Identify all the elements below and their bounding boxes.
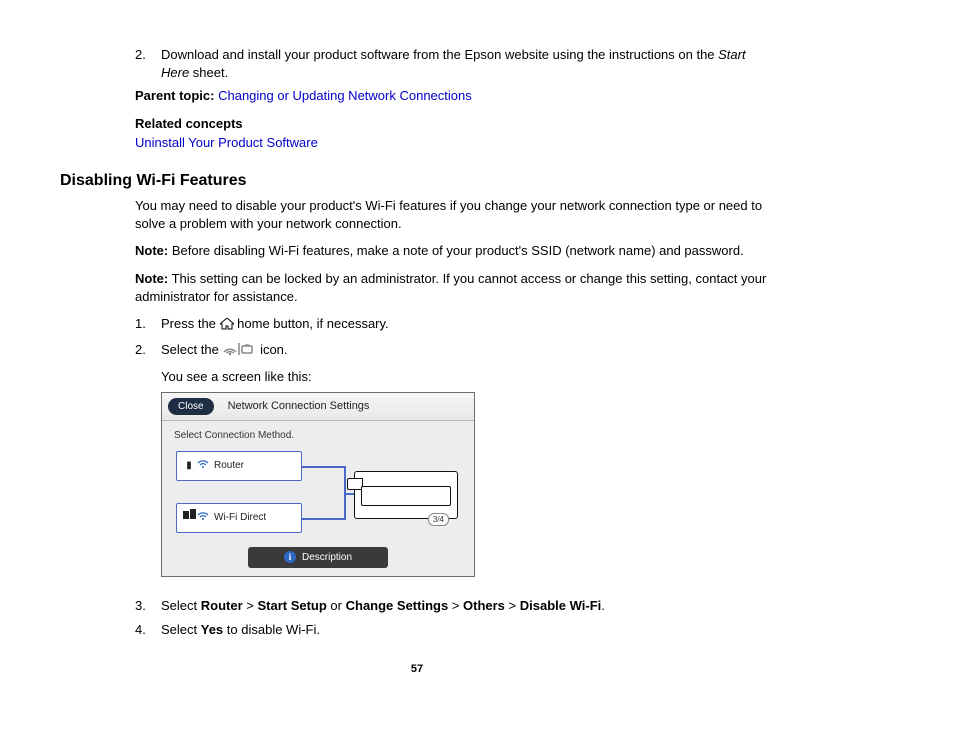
text: >	[243, 598, 258, 613]
step-body: Select the icon. You see a screen like t…	[161, 341, 774, 592]
path-change-settings: Change Settings	[346, 598, 449, 613]
intro-paragraph: You may need to disable your product's W…	[135, 197, 774, 232]
text: or	[327, 598, 346, 613]
devices-icon	[183, 509, 195, 526]
connection-line	[344, 493, 354, 495]
step-number: 1.	[135, 315, 161, 335]
text: Select the	[161, 342, 222, 357]
note-text: Before disabling Wi-Fi features, make a …	[168, 243, 743, 258]
step-body: Select Router > Start Setup or Change Se…	[161, 597, 774, 615]
text: .	[601, 598, 605, 613]
related-concepts-link[interactable]: Uninstall Your Product Software	[135, 135, 318, 150]
wifi-direct-option[interactable]: Wi-Fi Direct	[176, 503, 302, 533]
path-others: Others	[463, 598, 505, 613]
page-badge: 3/4	[428, 513, 449, 526]
lcd-instruction: Select Connection Method.	[174, 429, 464, 443]
text: to disable Wi-Fi.	[223, 622, 320, 637]
text: >	[448, 598, 463, 613]
parent-topic-link[interactable]: Changing or Updating Network Connections	[218, 88, 472, 103]
description-label: Description	[302, 551, 352, 565]
step-number: 2.	[135, 341, 161, 592]
connection-line	[302, 466, 346, 468]
lcd-screenshot: Close Network Connection Settings Select…	[161, 392, 475, 578]
text: >	[505, 598, 520, 613]
wifi-settings-icon	[222, 342, 256, 361]
option-label: Router	[214, 459, 244, 473]
lcd-body: Select Connection Method. ▮ Router	[162, 421, 474, 576]
note-label: Note:	[135, 243, 168, 258]
home-icon	[220, 317, 234, 335]
printer-icon: 3/4	[354, 471, 458, 519]
note-label: Note:	[135, 271, 168, 286]
text: Download and install your product softwa…	[161, 47, 718, 62]
text: sheet.	[189, 65, 228, 80]
page-number: 57	[60, 662, 774, 677]
note-1: Note: Before disabling Wi-Fi features, m…	[135, 242, 774, 260]
close-button[interactable]: Close	[168, 398, 214, 416]
text: home button, if necessary.	[237, 316, 389, 331]
option-label: Wi-Fi Direct	[214, 511, 266, 525]
wifi-icon	[197, 458, 209, 473]
device-icon: ▮	[183, 459, 195, 473]
path-router: Router	[201, 598, 243, 613]
related-concepts-label: Related concepts	[135, 115, 774, 133]
connection-line	[302, 518, 346, 520]
step-body: Press the home button, if necessary.	[161, 315, 774, 335]
step-body: Select Yes to disable Wi-Fi.	[161, 621, 774, 639]
text: Press the	[161, 316, 220, 331]
router-option[interactable]: ▮ Router	[176, 451, 302, 481]
description-button[interactable]: i Description	[248, 547, 388, 569]
yes-label: Yes	[201, 622, 223, 637]
section-heading: Disabling Wi-Fi Features	[60, 170, 774, 192]
parent-topic-line: Parent topic: Changing or Updating Netwo…	[135, 87, 774, 105]
parent-topic-label: Parent topic:	[135, 88, 214, 103]
text: icon.	[260, 342, 287, 357]
info-icon: i	[284, 551, 296, 563]
note-2: Note: This setting can be locked by an a…	[135, 270, 774, 305]
text: Select	[161, 622, 201, 637]
lcd-title: Network Connection Settings	[228, 399, 370, 414]
path-disable-wifi: Disable Wi-Fi	[520, 598, 602, 613]
list-body: Download and install your product softwa…	[161, 46, 774, 81]
lcd-titlebar: Close Network Connection Settings	[162, 393, 474, 422]
step-number: 3.	[135, 597, 161, 615]
wifi-icon	[197, 510, 209, 525]
note-text: This setting can be locked by an adminis…	[135, 271, 766, 304]
lcd-stage: ▮ Router	[172, 449, 464, 541]
list-number: 2.	[135, 46, 161, 81]
path-start-setup: Start Setup	[257, 598, 326, 613]
text: Select	[161, 598, 201, 613]
text: You see a screen like this:	[161, 368, 774, 386]
step-number: 4.	[135, 621, 161, 639]
